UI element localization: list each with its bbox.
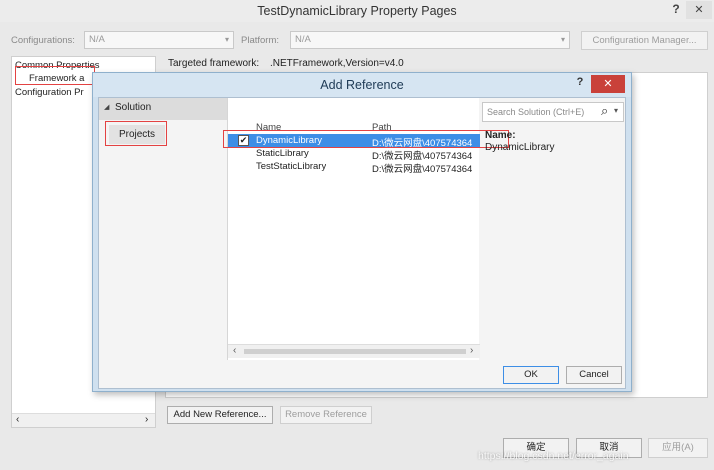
highlight-box: [15, 66, 95, 85]
dialog-close-button[interactable]: ✕: [591, 75, 625, 93]
row-name: StaticLibrary: [256, 148, 309, 159]
configurations-label: Configurations:: [11, 35, 75, 46]
window-close-button[interactable]: ✕: [686, 1, 712, 19]
row-name: TestStaticLibrary: [256, 161, 327, 172]
platform-label: Platform:: [241, 35, 280, 46]
tree-scrollbar[interactable]: ‹ ›: [12, 413, 155, 427]
scroll-right-icon[interactable]: ›: [145, 414, 148, 425]
configurations-combo[interactable]: N/A ▾: [84, 31, 234, 49]
watermark: https://blog.csdn.net/error_again: [478, 450, 629, 462]
dialog-body: ◢ Solution Projects Search Solution (Ctr…: [98, 97, 626, 389]
window-title: TestDynamicLibrary Property Pages: [0, 0, 714, 22]
table-row[interactable]: TestStaticLibrary D:\微云网盘\407574364: [228, 160, 480, 175]
remove-reference-button[interactable]: Remove Reference: [280, 406, 372, 424]
table-row[interactable]: StaticLibrary D:\微云网盘\407574364: [228, 147, 480, 162]
targeted-framework-value: .NETFramework,Version=v4.0: [270, 58, 404, 69]
platform-combo[interactable]: N/A ▾: [290, 31, 570, 49]
targeted-framework-label: Targeted framework:: [168, 58, 260, 69]
chevron-down-icon: ▾: [560, 35, 565, 44]
nav-section-label: Solution: [115, 102, 152, 113]
details-name-label: Name:: [485, 130, 516, 141]
search-input[interactable]: Search Solution (Ctrl+E): [487, 107, 584, 117]
details-name-value: DynamicLibrary: [485, 142, 555, 153]
add-new-reference-button[interactable]: Add New Reference...: [167, 406, 273, 424]
search-icon[interactable]: ⌕: [601, 103, 608, 119]
chevron-down-icon[interactable]: ▾: [614, 106, 618, 115]
collapse-icon: ◢: [104, 104, 110, 111]
search-box[interactable]: Search Solution (Ctrl+E) ⌕ ▾: [482, 102, 624, 122]
dialog-title: Add Reference: [93, 73, 631, 97]
dialog-cancel-button[interactable]: Cancel: [566, 366, 622, 384]
nav-section-header[interactable]: ◢ Solution: [99, 98, 227, 120]
platform-value: N/A: [295, 34, 311, 45]
add-reference-dialog: Add Reference ? ✕ ◢ Solution Projects Se…: [92, 72, 632, 392]
dialog-ok-button[interactable]: OK: [503, 366, 559, 384]
scroll-thumb[interactable]: [244, 349, 466, 354]
scroll-left-icon[interactable]: ‹: [16, 414, 19, 425]
help-icon[interactable]: ?: [668, 2, 684, 18]
scroll-left-icon[interactable]: ‹: [233, 345, 236, 356]
configurations-value: N/A: [89, 34, 105, 45]
configuration-manager-button[interactable]: Configuration Manager...: [581, 31, 708, 50]
chevron-down-icon: ▾: [224, 35, 229, 44]
footer-apply-button[interactable]: 应用(A): [648, 438, 708, 458]
tree-item-configuration-properties[interactable]: Configuration Pr: [15, 87, 84, 98]
highlight-box: [223, 130, 509, 148]
dialog-help-icon[interactable]: ?: [573, 76, 587, 92]
row-path: D:\微云网盘\407574364: [372, 164, 473, 175]
list-scrollbar[interactable]: ‹ ›: [228, 344, 480, 358]
highlight-box: [105, 121, 167, 146]
scroll-right-icon[interactable]: ›: [470, 345, 473, 356]
